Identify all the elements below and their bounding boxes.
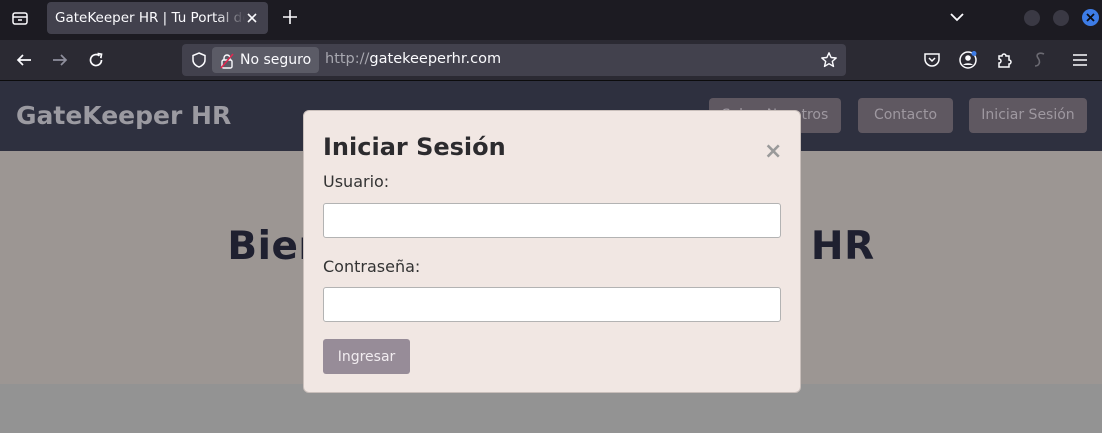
new-tab-icon[interactable]: [280, 7, 300, 27]
url-protocol: http://: [325, 51, 370, 67]
password-input[interactable]: [323, 287, 781, 322]
extensions-icon[interactable]: [994, 50, 1014, 70]
url-domain: gatekeeperhr.com: [369, 51, 502, 67]
security-indicator[interactable]: No seguro: [212, 47, 320, 73]
pocket-icon[interactable]: [922, 50, 942, 70]
username-input[interactable]: [323, 203, 781, 238]
close-window-button[interactable]: [1082, 9, 1099, 26]
close-tab-icon[interactable]: [244, 10, 260, 26]
tab-list-icon[interactable]: [8, 6, 32, 30]
reload-icon[interactable]: [86, 50, 106, 70]
password-label: Contraseña:: [323, 257, 421, 276]
browser-tab-strip: GateKeeper HR | Tu Portal de Recursos Hu…: [0, 0, 1102, 40]
login-modal: Iniciar Sesión × Usuario: Contraseña: In…: [303, 110, 801, 393]
maximize-window-button[interactable]: [1053, 10, 1069, 26]
forward-arrow-icon[interactable]: [50, 50, 70, 70]
address-bar[interactable]: No seguro http://gatekeeperhr.com: [182, 44, 846, 76]
chevron-down-icon[interactable]: [948, 8, 966, 26]
browser-tab-active[interactable]: GateKeeper HR | Tu Portal de Recursos Hu…: [47, 2, 268, 34]
page-content: GateKeeper HR Sobre Nosotros Contacto In…: [0, 81, 1102, 433]
close-icon[interactable]: ×: [764, 141, 782, 163]
bookmark-star-icon[interactable]: [820, 51, 838, 69]
tracking-shield-icon[interactable]: [190, 51, 208, 69]
insecure-lock-icon: [220, 52, 234, 69]
tab-title: GateKeeper HR | Tu Portal de Recursos Hu…: [55, 10, 245, 26]
account-icon[interactable]: [958, 50, 978, 70]
url-text[interactable]: http://gatekeeperhr.com: [325, 51, 501, 67]
hamburger-menu-icon[interactable]: [1070, 50, 1090, 70]
minimize-window-button[interactable]: [1024, 10, 1040, 26]
back-arrow-icon[interactable]: [14, 50, 34, 70]
extension-s-icon[interactable]: [1030, 50, 1050, 70]
modal-title: Iniciar Sesión: [323, 133, 506, 161]
nav-login-button[interactable]: Iniciar Sesión: [969, 98, 1087, 133]
site-logo[interactable]: GateKeeper HR: [16, 101, 231, 130]
username-label: Usuario:: [323, 172, 390, 191]
browser-toolbar: No seguro http://gatekeeperhr.com: [0, 40, 1102, 81]
nav-contact-button[interactable]: Contacto: [858, 98, 953, 133]
security-label: No seguro: [240, 52, 312, 68]
login-submit-button[interactable]: Ingresar: [323, 339, 410, 374]
